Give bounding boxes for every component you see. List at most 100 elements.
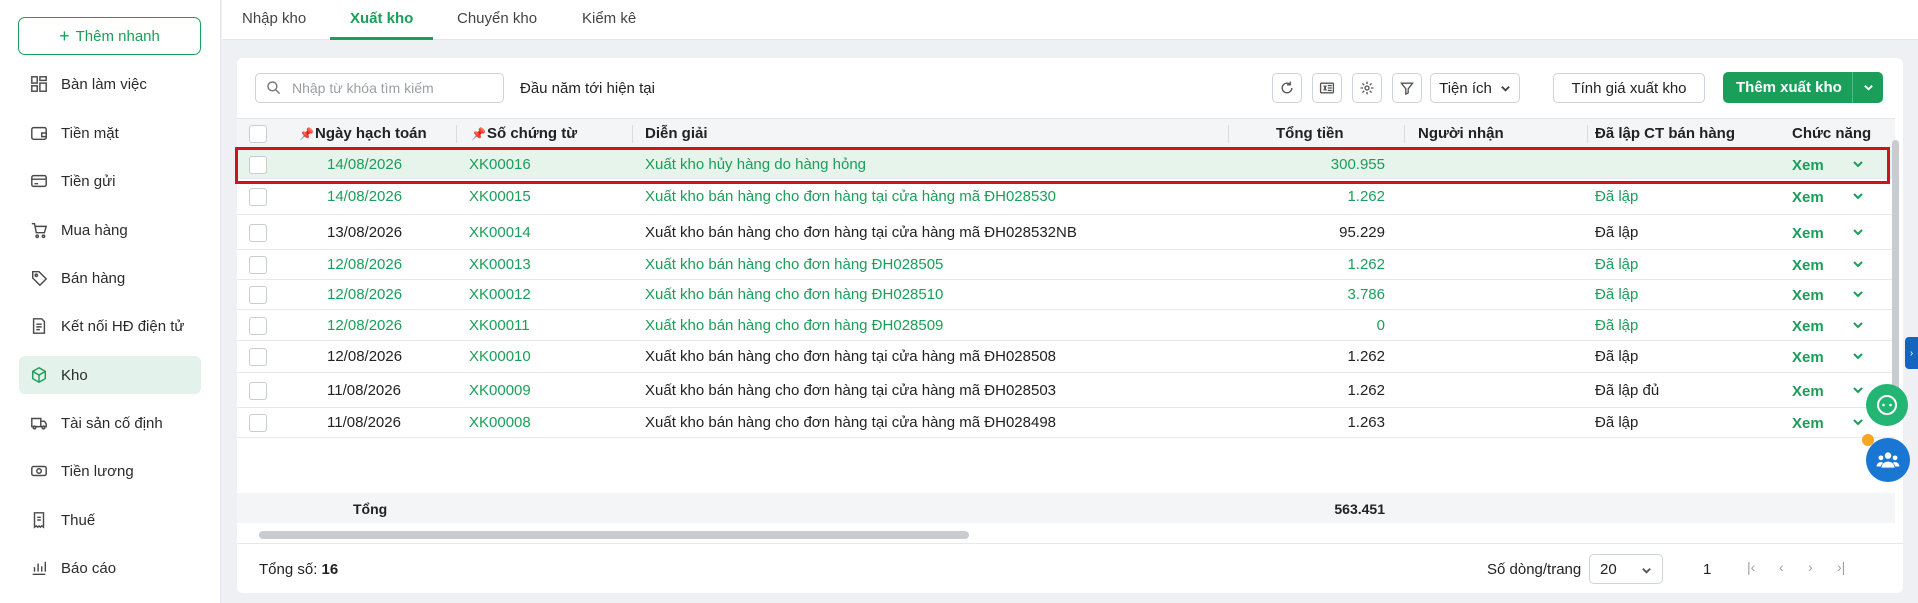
view-button[interactable]: Xem — [1792, 225, 1824, 242]
cell-voucher-link[interactable]: XK00010 — [469, 348, 531, 365]
header-description[interactable]: Diễn giải — [645, 125, 708, 142]
chevron-down-icon[interactable] — [1852, 189, 1864, 206]
tab-stock-in[interactable]: Nhập kho — [222, 0, 326, 40]
first-page-icon[interactable]: |‹ — [1747, 559, 1755, 575]
sidebar-item-purchase[interactable]: Mua hàng — [19, 211, 201, 249]
tab-stock-transfer[interactable]: Chuyển kho — [437, 0, 557, 40]
settings-button[interactable] — [1352, 73, 1382, 103]
table-row[interactable]: 12/08/2026 XK00010 Xuất kho bán hàng cho đ… — [237, 341, 1895, 373]
rows-per-page-select[interactable]: 20 — [1589, 554, 1663, 584]
refresh-button[interactable] — [1272, 73, 1302, 103]
header-total[interactable]: Tổng tiền — [1276, 125, 1344, 142]
sidebar-item-fixed-assets[interactable]: Tài sản cố định — [19, 404, 201, 442]
view-button[interactable]: Xem — [1792, 189, 1824, 206]
add-stock-out-button[interactable]: Thêm xuất kho — [1723, 72, 1883, 103]
last-page-icon[interactable]: ›| — [1837, 559, 1845, 575]
header-sales-doc[interactable]: Đã lập CT bán hàng — [1595, 125, 1735, 142]
cell-voucher-link[interactable]: XK00012 — [469, 286, 531, 303]
view-button[interactable]: Xem — [1792, 157, 1824, 174]
prev-page-icon[interactable]: ‹ — [1779, 559, 1784, 575]
tab-inventory-check[interactable]: Kiểm kê — [562, 0, 656, 40]
select-all-checkbox[interactable] — [249, 125, 267, 143]
calc-stock-price-button[interactable]: Tính giá xuất kho — [1553, 73, 1705, 103]
chevron-down-icon[interactable] — [1852, 225, 1864, 242]
view-button[interactable]: Xem — [1792, 383, 1824, 400]
cell-voucher-link[interactable]: XK00015 — [469, 188, 531, 205]
chevron-down-icon[interactable] — [1852, 257, 1864, 274]
excel-export-button[interactable] — [1312, 73, 1342, 103]
table-row[interactable]: 12/08/2026 XK00013 Xuất kho bán hàng cho đ… — [237, 250, 1895, 280]
sidebar-item-deposits[interactable]: Tiền gửi — [19, 162, 201, 200]
table-row[interactable]: 14/08/2026 XK00016 Xuất kho hủy hàng do hà… — [237, 150, 1895, 179]
chevron-down-icon[interactable] — [1853, 82, 1883, 93]
side-panel-toggle[interactable]: › — [1905, 337, 1918, 369]
table-row[interactable]: 12/08/2026 XK00011 Xuất kho bán hàng cho đ… — [237, 310, 1895, 341]
row-checkbox[interactable] — [249, 382, 267, 400]
header-date[interactable]: 📌Ngày hạch toán — [299, 125, 427, 142]
chevron-down-icon[interactable] — [1852, 287, 1864, 304]
record-count-label: Tổng số: — [259, 561, 318, 578]
community-button[interactable] — [1866, 438, 1910, 482]
view-button[interactable]: Xem — [1792, 287, 1824, 304]
chat-button[interactable] — [1866, 384, 1908, 426]
quick-add-label: Thêm nhanh — [75, 27, 160, 45]
chevron-down-icon[interactable] — [1852, 318, 1864, 335]
cell-description: Xuất kho bán hàng cho đơn hàng tại cửa h… — [645, 224, 1077, 241]
sidebar-item-warehouse[interactable]: Kho — [19, 356, 201, 394]
sidebar-item-dashboard[interactable]: Bàn làm việc — [19, 65, 201, 103]
column-divider[interactable] — [1587, 125, 1588, 143]
chevron-down-icon[interactable] — [1852, 415, 1864, 432]
row-checkbox[interactable] — [249, 224, 267, 242]
search-input[interactable]: Nhập từ khóa tìm kiếm — [255, 73, 504, 103]
row-checkbox[interactable] — [249, 317, 267, 335]
period-filter[interactable]: Đầu năm tới hiện tại — [520, 80, 655, 97]
row-checkbox[interactable] — [249, 256, 267, 274]
filter-button[interactable] — [1392, 73, 1422, 103]
cell-voucher-link[interactable]: XK00016 — [469, 156, 531, 173]
chevron-down-icon[interactable] — [1852, 383, 1864, 400]
table-row[interactable]: 11/08/2026 XK00009 Xuất kho bán hàng cho đ… — [237, 373, 1895, 408]
pin-icon[interactable]: 📌 — [299, 127, 314, 141]
table-row[interactable]: 13/08/2026 XK00014 Xuất kho bán hàng cho đ… — [237, 215, 1895, 250]
row-checkbox[interactable] — [249, 286, 267, 304]
view-button[interactable]: Xem — [1792, 349, 1824, 366]
vertical-scrollbar[interactable] — [1892, 140, 1899, 410]
table-row[interactable]: 14/08/2026 XK00015 Xuất kho bán hàng cho đ… — [237, 179, 1895, 215]
column-divider[interactable] — [456, 125, 457, 143]
sidebar-item-reports[interactable]: Báo cáo — [19, 549, 201, 587]
header-voucher[interactable]: 📌Số chứng từ — [471, 125, 577, 142]
sidebar-item-cash[interactable]: Tiền mặt — [19, 114, 201, 152]
quick-add-button[interactable]: + Thêm nhanh — [18, 17, 201, 55]
sidebar-item-salary[interactable]: Tiền lương — [19, 452, 201, 490]
chevron-down-icon[interactable] — [1852, 349, 1864, 366]
cell-voucher-link[interactable]: XK00009 — [469, 382, 531, 399]
view-button[interactable]: Xem — [1792, 415, 1824, 432]
row-checkbox[interactable] — [249, 348, 267, 366]
tab-stock-out[interactable]: Xuất kho — [330, 0, 434, 40]
dashboard-icon — [29, 74, 49, 94]
cell-voucher-link[interactable]: XK00014 — [469, 224, 531, 241]
utilities-dropdown[interactable]: Tiện ích — [1430, 73, 1520, 103]
cell-voucher-link[interactable]: XK00011 — [469, 317, 530, 334]
row-checkbox[interactable] — [249, 156, 267, 174]
cell-voucher-link[interactable]: XK00008 — [469, 414, 531, 431]
horizontal-scrollbar[interactable] — [259, 531, 969, 539]
chevron-down-icon[interactable] — [1852, 157, 1864, 174]
table-row[interactable]: 11/08/2026 XK00008 Xuất kho bán hàng cho đ… — [237, 408, 1895, 438]
header-receiver[interactable]: Người nhận — [1418, 125, 1504, 142]
view-button[interactable]: Xem — [1792, 318, 1824, 335]
column-divider[interactable] — [1404, 125, 1405, 143]
table-row[interactable]: 12/08/2026 XK00012 Xuất kho bán hàng cho đ… — [237, 280, 1895, 310]
next-page-icon[interactable]: › — [1808, 559, 1813, 575]
cell-total: 300.955 — [1330, 156, 1385, 173]
sidebar-item-tax[interactable]: Thuế — [19, 501, 201, 539]
row-checkbox[interactable] — [249, 188, 267, 206]
sidebar-item-sales[interactable]: Bán hàng — [19, 259, 201, 297]
view-button[interactable]: Xem — [1792, 257, 1824, 274]
pin-icon[interactable]: 📌 — [471, 127, 486, 141]
column-divider[interactable] — [632, 125, 633, 143]
row-checkbox[interactable] — [249, 414, 267, 432]
column-divider[interactable] — [1228, 125, 1229, 143]
sidebar-item-einvoice[interactable]: Kết nối HĐ điện tử — [19, 307, 201, 345]
cell-voucher-link[interactable]: XK00013 — [469, 256, 531, 273]
